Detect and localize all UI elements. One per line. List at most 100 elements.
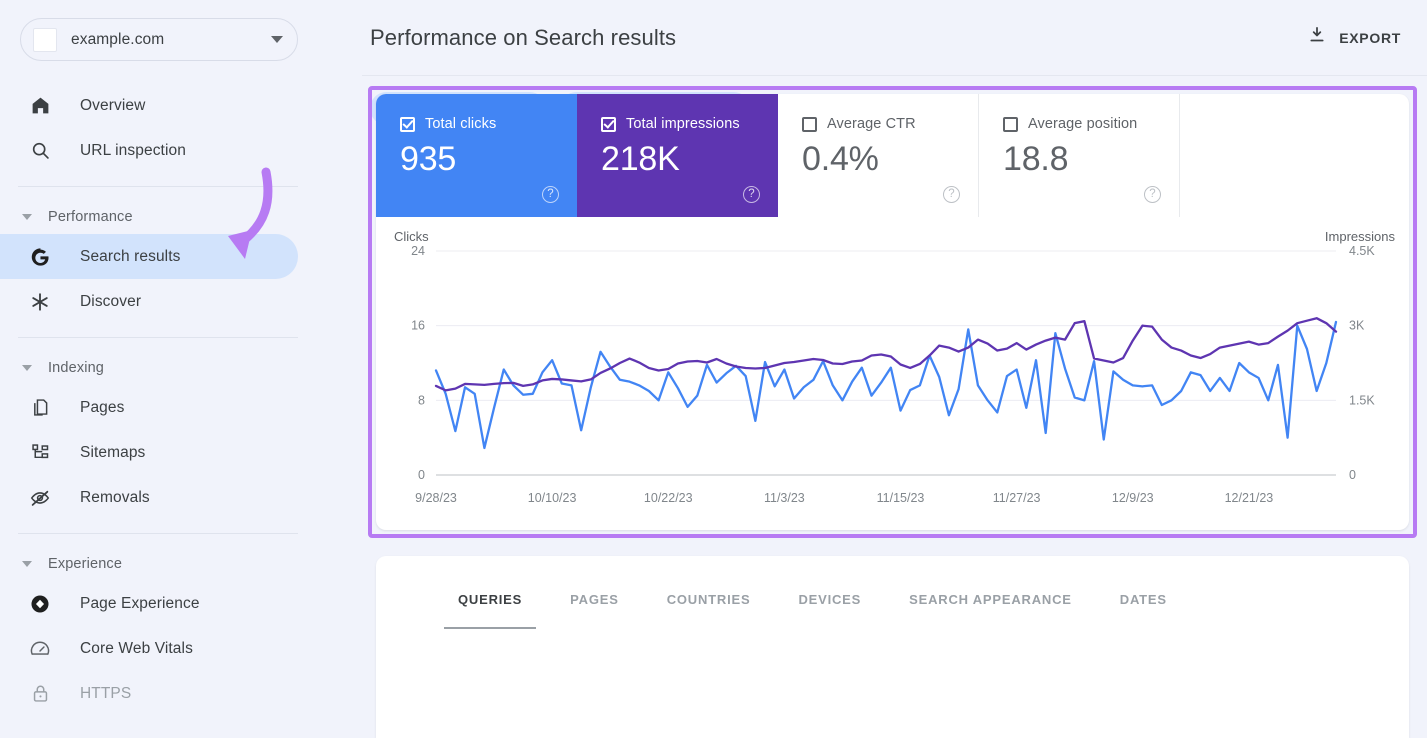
tab-search-appearance[interactable]: SEARCH APPEARANCE [885, 592, 1096, 629]
svg-text:0: 0 [418, 468, 425, 482]
tab-dates[interactable]: DATES [1096, 592, 1191, 629]
sidebar-group-indexing[interactable]: Indexing [0, 351, 362, 385]
metric-value: 0.4% [802, 140, 879, 178]
sidebar-item-label: Page Experience [80, 594, 200, 612]
dimension-tabs-panel: QUERIES PAGES COUNTRIES DEVICES SEARCH A… [376, 556, 1409, 738]
metric-checkbox[interactable] [802, 116, 817, 132]
asterisk-icon [28, 290, 52, 314]
tab-label: COUNTRIES [666, 592, 751, 607]
performance-chart: Clicks Impressions 0 0 8 1.5K 16 3K 24 4.5K 9/28… [376, 217, 1409, 530]
sidebar-item-label: URL inspection [80, 141, 186, 159]
sidebar-item-sitemaps[interactable]: Sitemaps [0, 430, 298, 475]
help-circle-icon[interactable]: ? [542, 186, 559, 203]
speedometer-icon [28, 637, 52, 661]
sidebar-group-experience[interactable]: Experience [0, 547, 362, 581]
metric-header: Average CTR [802, 116, 978, 132]
performance-card-panel: Total clicks 935 ? Total impressions 218… [376, 94, 1409, 530]
metric-name: Average CTR [827, 116, 916, 132]
svg-text:1.5K: 1.5K [1349, 393, 1375, 407]
svg-text:16: 16 [411, 319, 425, 333]
sidebar-item-label: HTTPS [80, 684, 132, 702]
tab-pages[interactable]: PAGES [546, 592, 643, 629]
pages-copy-icon [28, 396, 52, 420]
sidebar-item-discover[interactable]: Discover [0, 279, 298, 324]
tab-label: DATES [1119, 592, 1167, 607]
chevron-down-icon[interactable] [271, 36, 283, 43]
sidebar-item-overview[interactable]: Overview [0, 83, 298, 128]
metric-card-total-impressions[interactable]: Total impressions 218K ? [577, 94, 778, 217]
property-selector[interactable]: example.com [20, 18, 298, 61]
export-button[interactable]: EXPORT [1303, 19, 1405, 56]
sidebar-divider [18, 533, 298, 534]
metric-name: Average position [1028, 116, 1138, 132]
page-header: Performance on Search results EXPORT [362, 0, 1427, 76]
sidebar-divider [18, 337, 298, 338]
help-circle-icon[interactable]: ? [1144, 186, 1161, 203]
metric-value: 18.8 [1003, 140, 1069, 178]
metric-card-total-clicks[interactable]: Total clicks 935 ? [376, 94, 577, 217]
sidebar-item-label: Sitemaps [80, 443, 146, 461]
metric-value: 218K [601, 140, 680, 178]
page-title: Performance on Search results [370, 24, 677, 50]
help-circle-icon[interactable]: ? [743, 186, 760, 203]
svg-text:12/9/23: 12/9/23 [1112, 491, 1154, 505]
sidebar-item-label: Overview [80, 96, 146, 114]
metrics-row: Total clicks 935 ? Total impressions 218… [376, 94, 1409, 217]
metric-header: Total clicks [400, 116, 577, 132]
tab-label: PAGES [570, 592, 619, 607]
property-name: example.com [71, 30, 165, 48]
metric-name: Total impressions [626, 116, 740, 132]
page-experience-icon [28, 592, 52, 616]
google-g-icon [28, 245, 52, 269]
main-content: Performance on Search results EXPORT Sea… [362, 0, 1427, 738]
sidebar-item-label: Removals [80, 488, 150, 506]
sidebar-nav: Overview URL inspection Performance Sear… [0, 83, 362, 716]
sidebar-item-page-experience[interactable]: Page Experience [0, 581, 298, 626]
metric-header: Total impressions [601, 116, 778, 132]
caret-icon [22, 365, 32, 371]
metric-checkbox[interactable] [1003, 116, 1018, 132]
svg-text:8: 8 [418, 393, 425, 407]
eye-off-icon [28, 486, 52, 510]
metric-value: 935 [400, 140, 457, 178]
tab-label: DEVICES [798, 592, 862, 607]
help-circle-icon[interactable]: ? [943, 186, 960, 203]
svg-text:9/28/23: 9/28/23 [415, 491, 457, 505]
export-label: EXPORT [1339, 29, 1401, 46]
sidebar-item-label: Discover [80, 292, 142, 310]
sidebar-item-label: Core Web Vitals [80, 639, 193, 657]
sidebar-item-search-results[interactable]: Search results [0, 234, 298, 279]
tab-countries[interactable]: COUNTRIES [643, 592, 775, 629]
search-icon [28, 139, 52, 163]
tab-queries[interactable]: QUERIES [434, 592, 546, 629]
caret-icon [22, 561, 32, 567]
tab-label: QUERIES [458, 592, 523, 607]
caret-icon [22, 214, 32, 220]
lock-icon [28, 682, 52, 706]
sidebar: example.com Overview URL inspection Perf… [0, 0, 362, 738]
sidebar-group-label: Indexing [48, 360, 105, 376]
chart-canvas: 0 0 8 1.5K 16 3K 24 4.5K 9/28/23 10/10/23 10/22/23… [411, 244, 1375, 505]
sidebar-item-label: Pages [80, 398, 125, 416]
sidebar-item-core-web-vitals[interactable]: Core Web Vitals [0, 626, 298, 671]
metric-card-average-ctr[interactable]: Average CTR 0.4% ? [778, 94, 979, 217]
sidebar-item-https[interactable]: HTTPS [0, 671, 298, 716]
metric-checkbox[interactable] [400, 116, 415, 132]
sidebar-item-label: Search results [80, 247, 181, 265]
svg-text:11/27/23: 11/27/23 [993, 491, 1041, 505]
sidebar-item-pages[interactable]: Pages [0, 385, 298, 430]
metric-name: Total clicks [425, 116, 497, 132]
sitemap-icon [28, 441, 52, 465]
svg-text:0: 0 [1349, 468, 1356, 482]
sidebar-divider [18, 186, 298, 187]
search-console-app: example.com Overview URL inspection Perf… [0, 0, 1427, 738]
svg-text:10/22/23: 10/22/23 [644, 491, 693, 505]
metric-card-average-position[interactable]: Average position 18.8 ? [979, 94, 1180, 217]
metric-checkbox[interactable] [601, 116, 616, 132]
download-icon [1307, 25, 1327, 50]
sidebar-item-url-inspection[interactable]: URL inspection [0, 128, 298, 173]
tab-devices[interactable]: DEVICES [774, 592, 885, 629]
sidebar-item-removals[interactable]: Removals [0, 475, 298, 520]
sidebar-group-label: Performance [48, 209, 133, 225]
sidebar-group-performance[interactable]: Performance [0, 200, 362, 234]
